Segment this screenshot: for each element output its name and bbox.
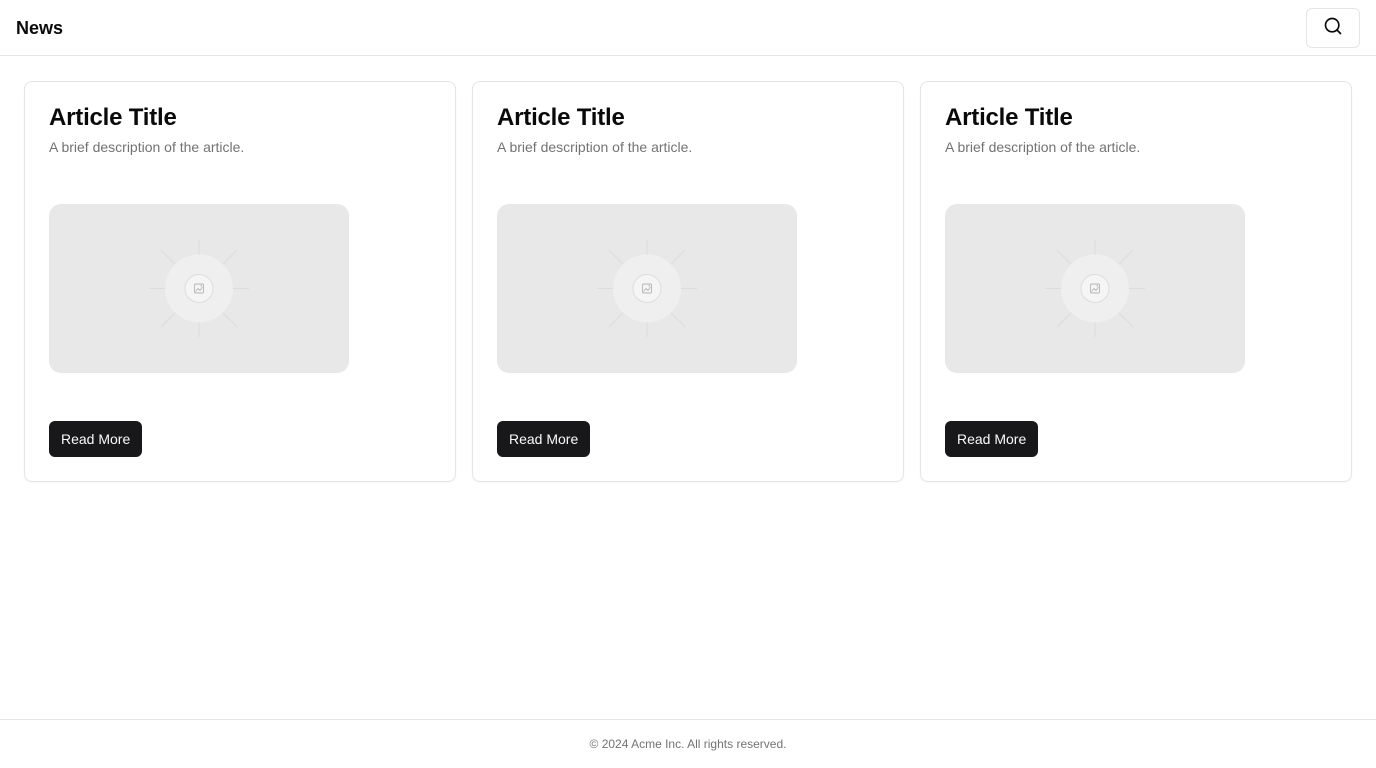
site-title: News — [16, 18, 64, 38]
read-more-button[interactable]: Read More — [945, 421, 1039, 457]
article-card: Article Title A brief description of the… — [920, 81, 1352, 482]
article-image — [945, 204, 1245, 373]
copyright-text: © 2024 Acme Inc. All rights reserved. — [589, 737, 787, 751]
article-title: Article Title — [945, 104, 1073, 131]
read-more-button[interactable]: Read More — [49, 421, 143, 457]
read-more-button[interactable]: Read More — [497, 421, 591, 457]
image-placeholder-icon — [1045, 240, 1145, 337]
article-description: A brief description of the article. — [497, 139, 693, 155]
article-image — [497, 204, 797, 373]
top-bar: News — [0, 0, 1376, 56]
image-placeholder-icon — [597, 240, 697, 337]
search-button[interactable] — [1306, 8, 1360, 48]
image-placeholder-icon — [149, 240, 249, 337]
article-description: A brief description of the article. — [49, 139, 245, 155]
article-image — [49, 204, 349, 373]
search-icon — [1323, 16, 1343, 41]
article-title: Article Title — [497, 104, 625, 131]
article-card: Article Title A brief description of the… — [24, 81, 456, 482]
article-list: Article Title A brief description of the… — [24, 81, 1352, 482]
footer: © 2024 Acme Inc. All rights reserved. — [0, 719, 1376, 768]
article-title: Article Title — [49, 104, 177, 131]
article-card: Article Title A brief description of the… — [472, 81, 904, 482]
article-description: A brief description of the article. — [945, 139, 1141, 155]
page: News Article Title A brief description o… — [0, 0, 1376, 768]
